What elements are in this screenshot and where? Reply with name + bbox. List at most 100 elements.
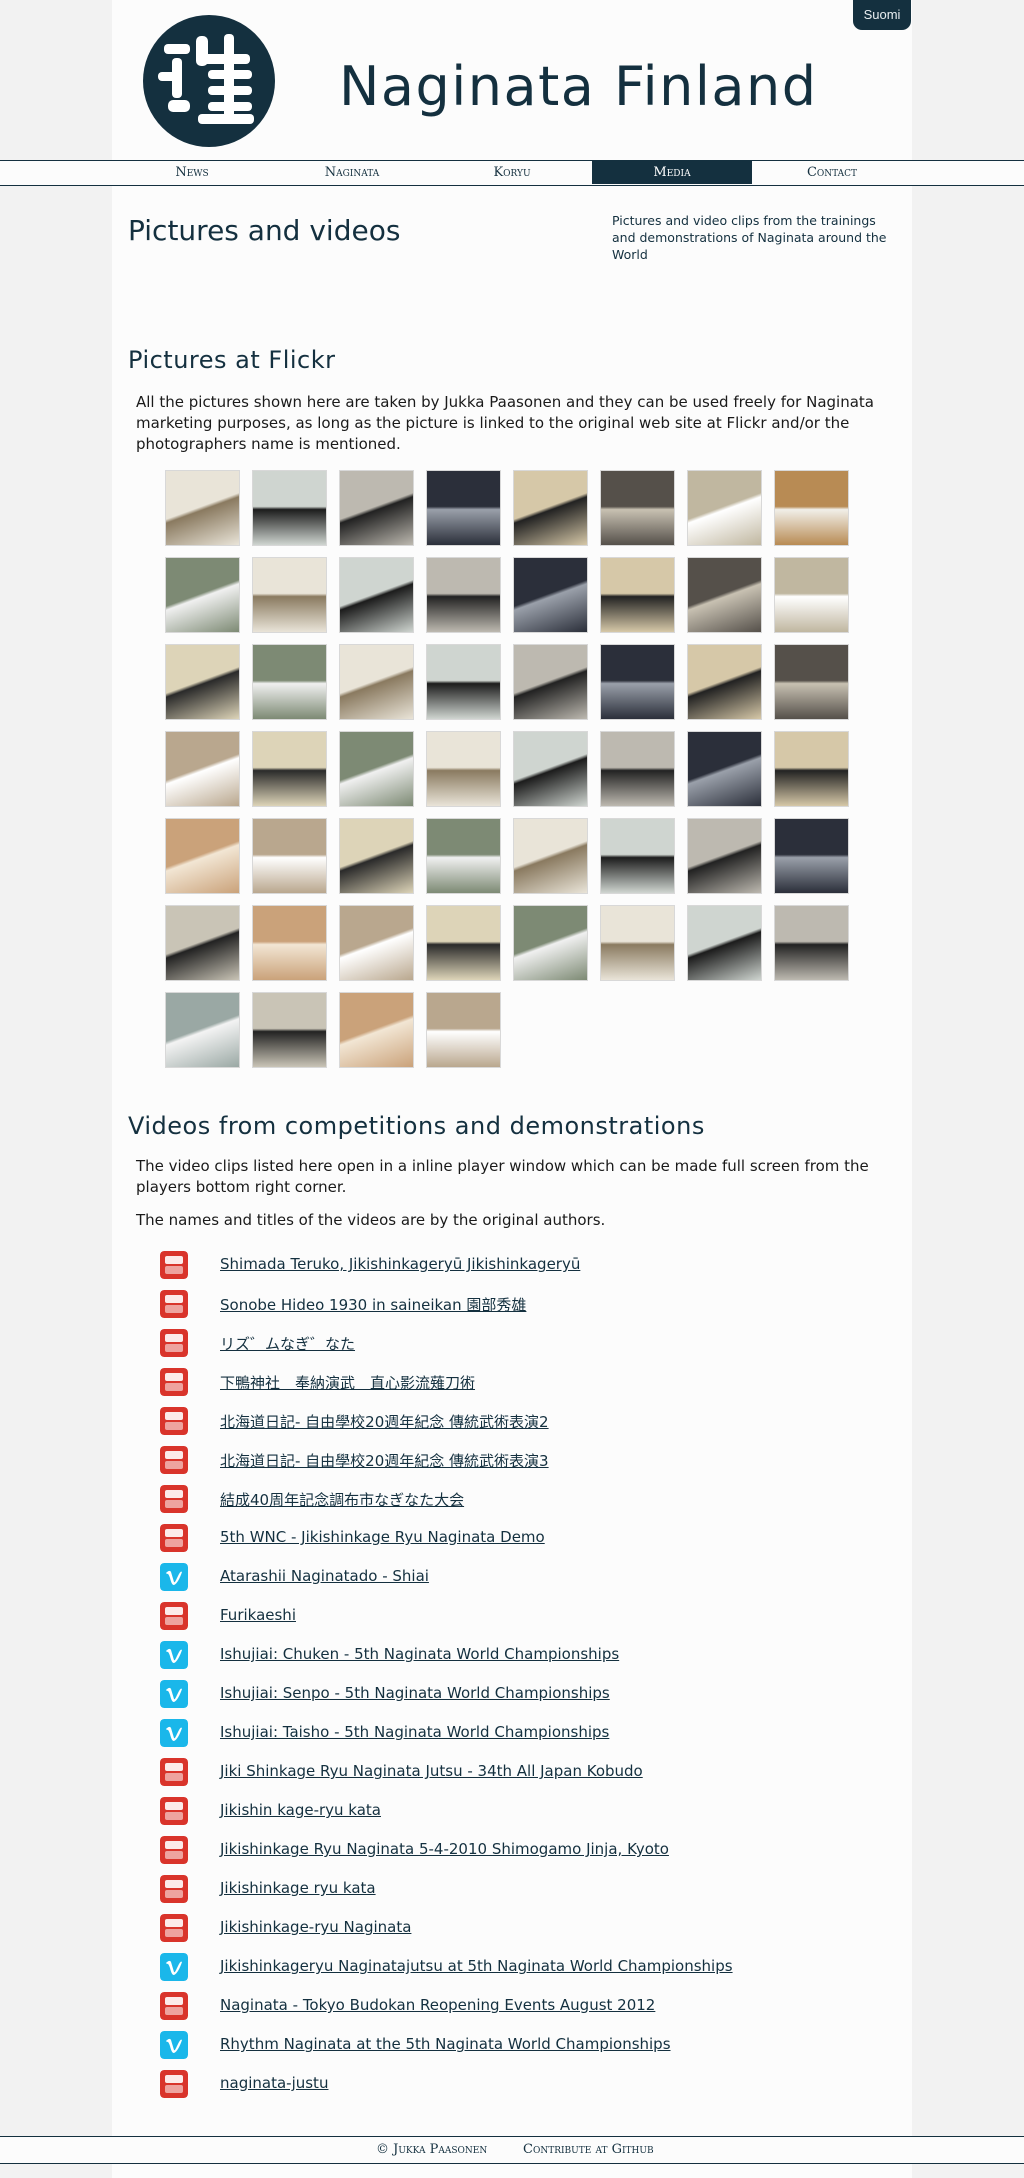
flickr-photo-thumbnail[interactable] bbox=[513, 818, 588, 894]
flickr-photo-thumbnail[interactable] bbox=[165, 905, 240, 981]
video-link[interactable]: naginata-justu bbox=[220, 2074, 328, 2092]
flickr-photo-thumbnail[interactable] bbox=[600, 905, 675, 981]
flickr-photo-thumbnail[interactable] bbox=[687, 557, 762, 633]
youtube-icon[interactable] bbox=[160, 1602, 188, 1630]
flickr-photo-thumbnail[interactable] bbox=[426, 818, 501, 894]
video-link[interactable]: Rhythm Naginata at the 5th Naginata Worl… bbox=[220, 2035, 671, 2053]
youtube-icon[interactable] bbox=[160, 1524, 188, 1552]
flickr-photo-thumbnail[interactable] bbox=[774, 818, 849, 894]
youtube-icon[interactable] bbox=[160, 1836, 188, 1864]
flickr-photo-thumbnail[interactable] bbox=[339, 992, 414, 1068]
video-link[interactable]: 北海道日記- 自由學校20週年紀念 傳統武術表演2 bbox=[220, 1411, 549, 1432]
video-link[interactable]: Sonobe Hideo 1930 in saineikan 園部秀雄 bbox=[220, 1294, 526, 1315]
youtube-icon[interactable] bbox=[160, 1290, 188, 1318]
flickr-photo-thumbnail[interactable] bbox=[687, 905, 762, 981]
flickr-photo-thumbnail[interactable] bbox=[252, 557, 327, 633]
flickr-photo-thumbnail[interactable] bbox=[687, 470, 762, 546]
footer-github-link[interactable]: Contribute at Github bbox=[523, 2137, 654, 2162]
video-link[interactable]: Shimada Teruko, Jikishinkageryū Jikishin… bbox=[220, 1255, 580, 1273]
nav-item-naginata[interactable]: Naginata bbox=[272, 161, 432, 184]
flickr-photo-thumbnail[interactable] bbox=[252, 470, 327, 546]
video-link[interactable]: Jiki Shinkage Ryu Naginata Jutsu - 34th … bbox=[220, 1762, 643, 1780]
flickr-photo-thumbnail[interactable] bbox=[513, 905, 588, 981]
flickr-photo-thumbnail[interactable] bbox=[774, 470, 849, 546]
video-link[interactable]: リズ゛ムなぎ゛なた bbox=[220, 1333, 355, 1354]
flickr-photo-thumbnail[interactable] bbox=[339, 470, 414, 546]
video-link[interactable]: Ishujiai: Senpo - 5th Naginata World Cha… bbox=[220, 1684, 610, 1702]
youtube-icon[interactable] bbox=[160, 1446, 188, 1474]
flickr-photo-thumbnail[interactable] bbox=[165, 992, 240, 1068]
vimeo-icon[interactable] bbox=[160, 1641, 188, 1669]
flickr-photo-thumbnail[interactable] bbox=[600, 818, 675, 894]
youtube-icon[interactable] bbox=[160, 1368, 188, 1396]
video-link[interactable]: Jikishinkageryu Naginatajutsu at 5th Nag… bbox=[220, 1957, 733, 1975]
flickr-photo-thumbnail[interactable] bbox=[426, 905, 501, 981]
language-toggle-button[interactable]: Suomi bbox=[853, 0, 911, 30]
flickr-photo-thumbnail[interactable] bbox=[774, 644, 849, 720]
youtube-icon[interactable] bbox=[160, 1797, 188, 1825]
flickr-photo-thumbnail[interactable] bbox=[513, 731, 588, 807]
vimeo-icon[interactable] bbox=[160, 1953, 188, 1981]
video-link[interactable]: 下鴨神社 奉納演武 直心影流薙刀術 bbox=[220, 1372, 475, 1393]
flickr-photo-thumbnail[interactable] bbox=[600, 644, 675, 720]
flickr-photo-thumbnail[interactable] bbox=[513, 644, 588, 720]
nav-item-contact[interactable]: Contact bbox=[752, 161, 912, 184]
flickr-photo-thumbnail[interactable] bbox=[339, 557, 414, 633]
flickr-photo-thumbnail[interactable] bbox=[600, 557, 675, 633]
flickr-photo-thumbnail[interactable] bbox=[165, 470, 240, 546]
flickr-photo-thumbnail[interactable] bbox=[339, 905, 414, 981]
video-link[interactable]: 結成40周年記念調布市なぎなた大会 bbox=[220, 1489, 464, 1510]
vimeo-icon[interactable] bbox=[160, 2031, 188, 2059]
youtube-icon[interactable] bbox=[160, 1875, 188, 1903]
video-link[interactable]: Jikishinkage Ryu Naginata 5-4-2010 Shimo… bbox=[220, 1840, 669, 1858]
flickr-photo-thumbnail[interactable] bbox=[426, 731, 501, 807]
flickr-photo-thumbnail[interactable] bbox=[426, 992, 501, 1068]
youtube-icon[interactable] bbox=[160, 1251, 188, 1279]
nav-item-news[interactable]: News bbox=[112, 161, 272, 184]
flickr-photo-thumbnail[interactable] bbox=[513, 470, 588, 546]
flickr-photo-thumbnail[interactable] bbox=[339, 731, 414, 807]
flickr-photo-thumbnail[interactable] bbox=[252, 818, 327, 894]
video-link[interactable]: Furikaeshi bbox=[220, 1606, 296, 1624]
video-link[interactable]: Ishujiai: Chuken - 5th Naginata World Ch… bbox=[220, 1645, 619, 1663]
video-link[interactable]: 5th WNC - Jikishinkage Ryu Naginata Demo bbox=[220, 1528, 545, 1546]
youtube-icon[interactable] bbox=[160, 1329, 188, 1357]
nav-item-koryu[interactable]: Koryu bbox=[432, 161, 592, 184]
flickr-photo-thumbnail[interactable] bbox=[687, 644, 762, 720]
nav-item-media[interactable]: Media bbox=[592, 161, 752, 184]
video-link[interactable]: Atarashii Naginatado - Shiai bbox=[220, 1567, 429, 1585]
video-link[interactable]: Naginata - Tokyo Budokan Reopening Event… bbox=[220, 1996, 655, 2014]
flickr-photo-thumbnail[interactable] bbox=[600, 470, 675, 546]
flickr-photo-thumbnail[interactable] bbox=[687, 818, 762, 894]
flickr-photo-thumbnail[interactable] bbox=[426, 644, 501, 720]
video-link[interactable]: Jikishin kage-ryu kata bbox=[220, 1801, 381, 1819]
flickr-photo-thumbnail[interactable] bbox=[165, 557, 240, 633]
youtube-icon[interactable] bbox=[160, 1992, 188, 2020]
flickr-photo-thumbnail[interactable] bbox=[252, 731, 327, 807]
flickr-photo-thumbnail[interactable] bbox=[600, 731, 675, 807]
youtube-icon[interactable] bbox=[160, 1758, 188, 1786]
youtube-icon[interactable] bbox=[160, 1914, 188, 1942]
flickr-photo-thumbnail[interactable] bbox=[426, 557, 501, 633]
flickr-photo-thumbnail[interactable] bbox=[513, 557, 588, 633]
flickr-photo-thumbnail[interactable] bbox=[165, 731, 240, 807]
flickr-photo-thumbnail[interactable] bbox=[165, 644, 240, 720]
youtube-icon[interactable] bbox=[160, 1485, 188, 1513]
youtube-icon[interactable] bbox=[160, 1407, 188, 1435]
video-link[interactable]: 北海道日記- 自由學校20週年紀念 傳統武術表演3 bbox=[220, 1450, 549, 1471]
flickr-photo-thumbnail[interactable] bbox=[774, 557, 849, 633]
flickr-photo-thumbnail[interactable] bbox=[252, 905, 327, 981]
flickr-photo-thumbnail[interactable] bbox=[426, 470, 501, 546]
vimeo-icon[interactable] bbox=[160, 1563, 188, 1591]
flickr-photo-thumbnail[interactable] bbox=[252, 644, 327, 720]
flickr-photo-thumbnail[interactable] bbox=[252, 992, 327, 1068]
flickr-photo-thumbnail[interactable] bbox=[774, 731, 849, 807]
naginata-logo[interactable] bbox=[142, 14, 276, 148]
vimeo-icon[interactable] bbox=[160, 1680, 188, 1708]
flickr-photo-thumbnail[interactable] bbox=[687, 731, 762, 807]
flickr-photo-thumbnail[interactable] bbox=[339, 644, 414, 720]
flickr-photo-thumbnail[interactable] bbox=[339, 818, 414, 894]
video-link[interactable]: Jikishinkage-ryu Naginata bbox=[220, 1918, 411, 1936]
vimeo-icon[interactable] bbox=[160, 1719, 188, 1747]
video-link[interactable]: Jikishinkage ryu kata bbox=[220, 1879, 376, 1897]
